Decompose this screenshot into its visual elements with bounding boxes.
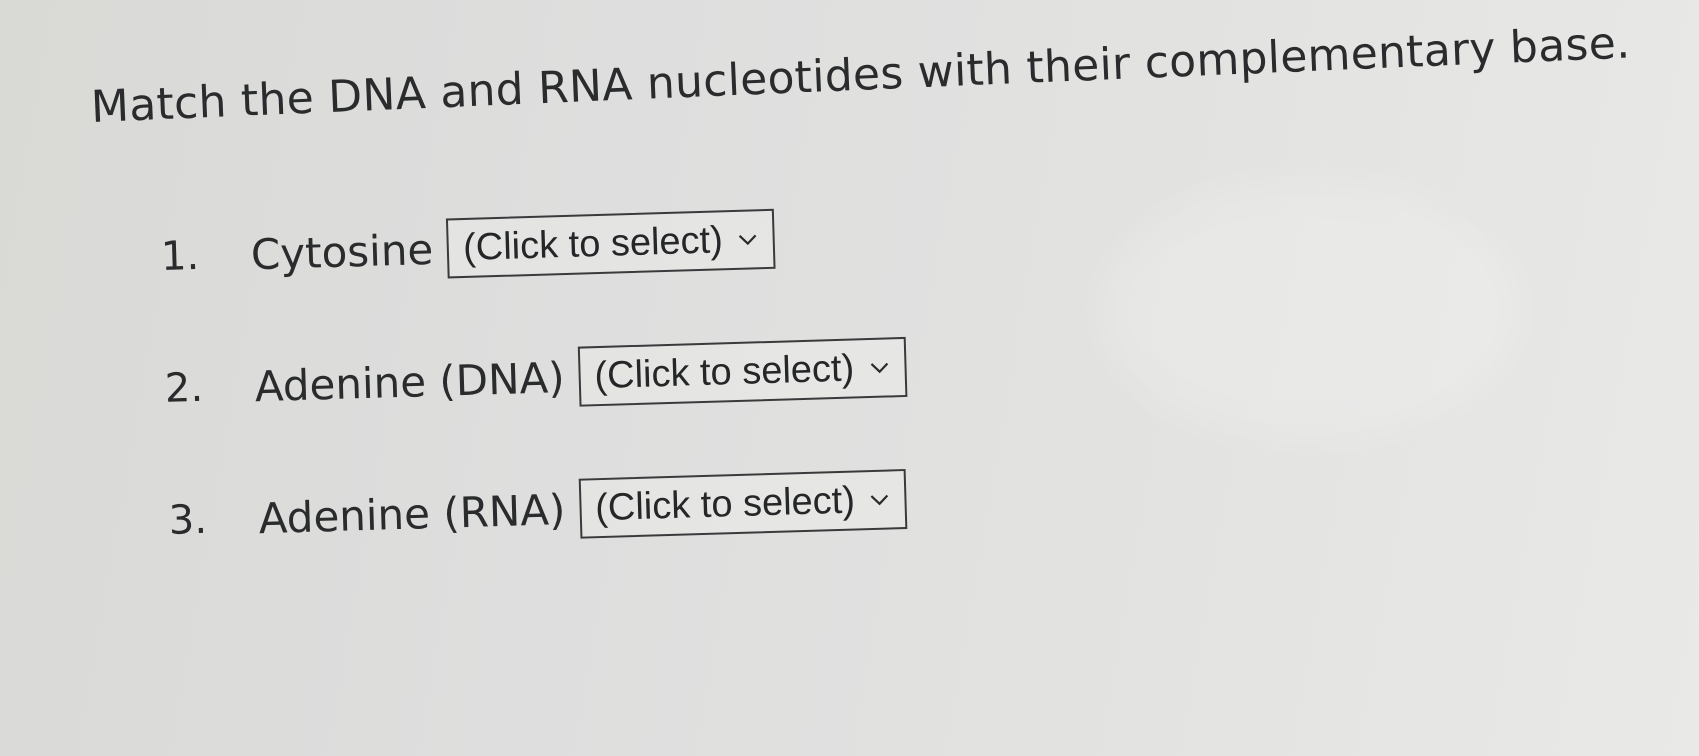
chevron-down-icon (736, 228, 759, 251)
chevron-down-icon (869, 488, 892, 511)
select-value: (Click to select) (462, 218, 724, 269)
item-label: Cytosine (250, 224, 434, 279)
list-item: 2. Adenine (DNA) (Click to select) (164, 335, 908, 421)
screen-glare (1100, 180, 1520, 440)
select-value: (Click to select) (594, 479, 856, 529)
select-value: (Click to select) (593, 346, 855, 397)
item-number: 2. (164, 364, 204, 412)
question-prompt: Match the DNA and RNA nucleotides with t… (90, 17, 1632, 133)
matching-list: 1. Cytosine (Click to select) 2. Adenine… (160, 203, 913, 621)
answer-select-adenine-rna[interactable]: (Click to select) (578, 468, 908, 539)
answer-select-cytosine[interactable]: (Click to select) (446, 208, 776, 279)
answer-select-adenine-dna[interactable]: (Click to select) (577, 336, 908, 407)
question-page: Match the DNA and RNA nucleotides with t… (0, 0, 1699, 756)
item-label: Adenine (RNA) (258, 484, 567, 543)
list-item: 3. Adenine (RNA) (Click to select) (168, 467, 911, 553)
item-number: 3. (168, 496, 208, 544)
chevron-down-icon (868, 356, 891, 379)
item-number: 1. (160, 232, 200, 280)
list-item: 1. Cytosine (Click to select) (160, 203, 903, 289)
item-label: Adenine (DNA) (254, 352, 566, 411)
